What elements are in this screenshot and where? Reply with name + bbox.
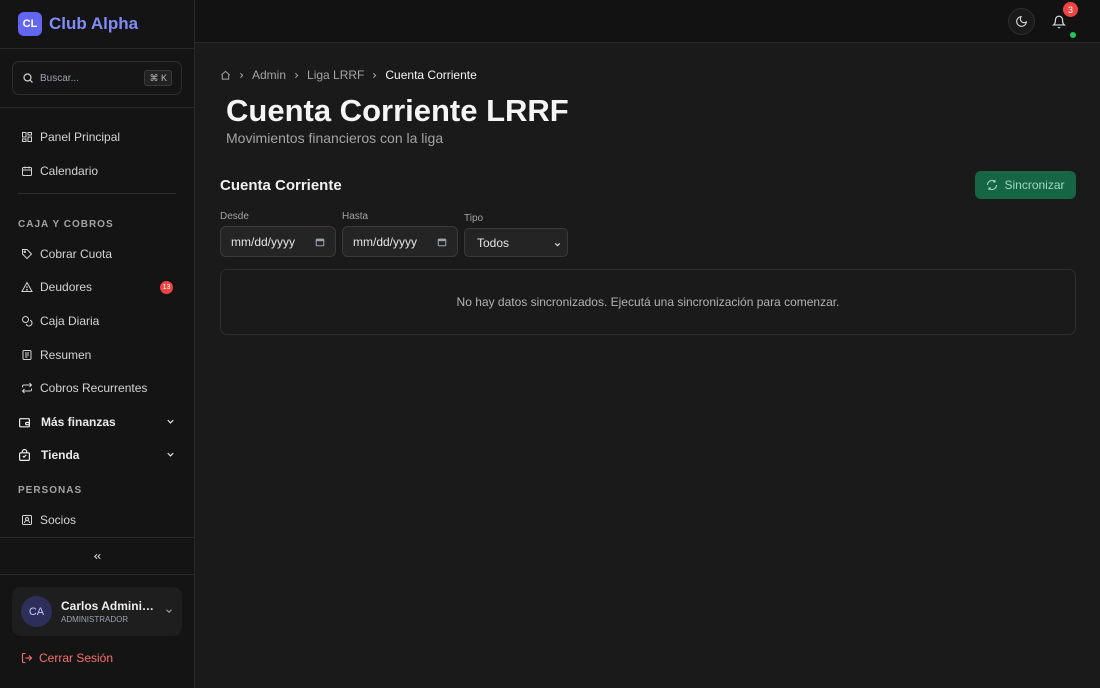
sidebar-item-cobrar-cuota[interactable]: Cobrar Cuota	[12, 239, 182, 269]
sidebar-item-label: Cobros Recurrentes	[40, 381, 148, 395]
calendar-icon[interactable]	[437, 237, 447, 247]
sidebar-item-cobros-recurrentes[interactable]: Cobros Recurrentes	[12, 373, 182, 403]
desde-value: mm/dd/yyyy	[231, 234, 296, 249]
desde-date-input[interactable]: mm/dd/yyyy	[220, 226, 336, 257]
brand[interactable]: CL Club Alpha	[0, 0, 194, 49]
logout-icon	[21, 652, 33, 664]
sidebar-item-caja-diaria[interactable]: Caja Diaria	[12, 306, 182, 336]
refresh-icon	[987, 179, 998, 191]
calendar-icon	[22, 166, 32, 176]
avatar: CA	[21, 596, 52, 627]
page-subtitle: Movimientos financieros con la liga	[226, 130, 444, 146]
sidebar-item-label: Cobrar Cuota	[40, 247, 113, 261]
repeat-icon	[21, 382, 33, 394]
deudores-count-badge: 13	[160, 281, 173, 294]
id-card-icon	[22, 515, 32, 525]
logout-label: Cerrar Sesión	[39, 651, 114, 665]
sidebar-item-socios[interactable]: Socios	[12, 505, 182, 535]
tag-icon	[22, 249, 33, 260]
section-personas: PERSONAS	[18, 485, 83, 496]
home-icon[interactable]	[220, 70, 231, 81]
sidebar-item-calendario[interactable]: Calendario	[12, 156, 182, 186]
notifications-count-badge: 3	[1063, 2, 1078, 17]
breadcrumb-liga-lrrf[interactable]: Liga LRRF	[307, 68, 364, 82]
user-name: Carlos Administrador	[61, 599, 155, 613]
theme-toggle-button[interactable]	[1008, 8, 1035, 35]
sidebar-item-deudores[interactable]: Deudores 13	[12, 272, 182, 302]
chevrons-left-icon	[93, 553, 101, 559]
breadcrumb-current: Cuenta Corriente	[385, 68, 477, 82]
sidebar-item-label: Deudores	[40, 280, 93, 294]
logout-button[interactable]: Cerrar Sesión	[21, 651, 113, 665]
sync-button[interactable]: Sincronizar	[975, 171, 1076, 199]
sidebar-item-resumen[interactable]: Resumen	[12, 340, 182, 370]
warning-icon	[21, 281, 33, 292]
sidebar-item-label: Socios	[40, 513, 77, 527]
hasta-date-input[interactable]: mm/dd/yyyy	[342, 226, 458, 257]
card-title: Cuenta Corriente	[220, 177, 342, 194]
dashboard-icon	[22, 132, 32, 142]
search-input[interactable]: Buscar... ⌘ K	[12, 61, 182, 95]
empty-state-message: No hay datos sincronizados. Ejecutá una …	[456, 295, 840, 309]
tipo-value: Todos	[477, 235, 510, 250]
chevron-right-icon	[240, 72, 244, 78]
sidebar-item-panel-principal[interactable]: Panel Principal	[12, 122, 182, 152]
section-caja-y-cobros: CAJA Y COBROS	[18, 219, 114, 230]
hasta-label: Hasta	[342, 211, 369, 222]
sidebar-group-label: Más finanzas	[41, 415, 116, 429]
sidebar-group-mas-finanzas[interactable]: Más finanzas	[12, 407, 182, 437]
user-role: ADMINISTRADOR	[61, 615, 129, 624]
tipo-select[interactable]: Todos	[464, 228, 568, 257]
sidebar-group-label: Tienda	[41, 448, 80, 462]
brand-logo: CL	[18, 12, 42, 36]
breadcrumb: Admin Liga LRRF Cuenta Corriente	[220, 68, 477, 82]
chevron-right-icon	[373, 72, 377, 78]
wallet-icon	[19, 417, 30, 427]
topbar: 3	[195, 0, 1100, 43]
chevron-down-icon	[167, 419, 174, 424]
search-placeholder: Buscar...	[40, 72, 79, 84]
calendar-icon[interactable]	[315, 237, 325, 247]
chevron-right-icon	[295, 72, 299, 78]
brand-name: Club Alpha	[49, 14, 139, 33]
coins-icon	[22, 316, 33, 327]
sidebar: CL Club Alpha Buscar... ⌘ K Panel Princi…	[0, 0, 195, 688]
tipo-label: Tipo	[464, 213, 484, 224]
hasta-value: mm/dd/yyyy	[353, 234, 418, 249]
receipt-icon	[22, 350, 32, 360]
sync-button-label: Sincronizar	[1004, 178, 1065, 192]
sidebar-item-label: Caja Diaria	[40, 314, 100, 328]
search-shortcut: ⌘ K	[144, 70, 172, 86]
user-menu[interactable]: CA Carlos Administrador ADMINISTRADOR	[12, 587, 182, 636]
chevron-down-icon	[166, 609, 172, 614]
sidebar-item-label: Panel Principal	[40, 130, 121, 144]
moon-icon	[1016, 15, 1028, 27]
bell-icon	[1051, 15, 1066, 28]
chevron-down-icon	[167, 452, 174, 457]
search-icon	[23, 73, 33, 83]
search-area: Buscar... ⌘ K	[0, 49, 194, 108]
online-status-dot	[1070, 32, 1076, 38]
collapse-sidebar-button[interactable]	[0, 537, 194, 575]
sidebar-item-label: Calendario	[40, 164, 99, 178]
sidebar-item-label: Resumen	[40, 348, 92, 362]
sidebar-group-tienda[interactable]: Tienda	[12, 440, 182, 470]
store-icon	[19, 448, 30, 461]
chevron-down-icon	[554, 242, 561, 247]
sidebar-divider	[18, 193, 176, 194]
page-title: Cuenta Corriente LRRF	[226, 93, 569, 128]
empty-state: No hay datos sincronizados. Ejecutá una …	[220, 269, 1076, 335]
desde-label: Desde	[220, 211, 249, 222]
breadcrumb-admin[interactable]: Admin	[252, 68, 286, 82]
